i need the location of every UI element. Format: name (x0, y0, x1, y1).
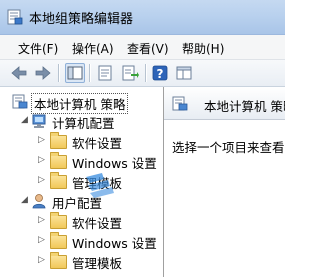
details-hint-text: 选择一个项目来查看它 (172, 140, 285, 155)
tree-item-label: Windows 设置 (72, 236, 157, 251)
menu-view[interactable]: 查看(V) (127, 40, 169, 57)
menu-help[interactable]: 帮助(H) (182, 40, 224, 57)
tree-item-computer-config[interactable]: ◢ 计算机配置 (0, 111, 163, 131)
back-arrow-icon[interactable] (10, 64, 28, 82)
folder-icon (50, 252, 67, 269)
tree-item-user-software-settings[interactable]: ▷ 软件设置 (0, 211, 163, 231)
details-pane: 本地计算机 策略 选择一个项目来查看它 (164, 87, 285, 277)
tree-item-label: Windows 设置 (72, 156, 157, 171)
collapsed-arrow-icon[interactable]: ▷ (38, 135, 45, 145)
folder-icon (50, 152, 67, 169)
extended-view-icon[interactable] (175, 64, 193, 82)
properties-icon[interactable] (96, 64, 114, 82)
export-list-icon[interactable] (121, 64, 139, 82)
tree-item-label: 软件设置 (72, 136, 123, 151)
expanded-arrow-icon[interactable]: ◢ (21, 195, 28, 205)
tree-item-label: 软件设置 (72, 216, 123, 231)
tree-item-user-windows-settings[interactable]: ▷ Windows 设置 (0, 231, 163, 251)
folder-icon (50, 172, 67, 189)
collapsed-arrow-icon[interactable]: ▷ (38, 175, 45, 185)
toolbar-separator (145, 64, 146, 82)
expanded-arrow-icon[interactable]: ◢ (21, 115, 28, 125)
group-policy-editor-icon (7, 9, 23, 25)
collapsed-arrow-icon[interactable]: ▷ (38, 215, 45, 225)
title-bar[interactable]: 本地组策略编辑器 (0, 0, 285, 35)
computer-policy-icon (172, 95, 188, 111)
toolbar-separator (89, 64, 90, 82)
user-icon (31, 193, 47, 209)
window: 本地组策略编辑器 文件(F) 操作(A) 查看(V) 帮助(H) ? 本地计算机… (0, 0, 285, 277)
forward-arrow-icon[interactable] (34, 64, 52, 82)
svg-text:?: ? (157, 67, 164, 81)
folder-icon (50, 132, 67, 149)
collapsed-arrow-icon[interactable]: ▷ (38, 235, 45, 245)
tree-root[interactable]: 本地计算机 策略 (0, 91, 163, 114)
toolbar-separator (58, 64, 59, 82)
menu-file[interactable]: 文件(F) (18, 40, 58, 57)
folder-icon (50, 232, 67, 249)
computer-icon (31, 113, 47, 129)
watermark-logo-icon (82, 171, 124, 199)
menu-action[interactable]: 操作(A) (72, 40, 114, 57)
tree-item-label: 管理模板 (72, 256, 123, 271)
toolbar: ? (0, 60, 285, 87)
tree-item-windows-settings[interactable]: ▷ Windows 设置 (0, 151, 163, 171)
show-hide-console-tree-icon[interactable] (65, 63, 85, 83)
tree-item-user-admin-templates[interactable]: ▷ 管理模板 (0, 251, 163, 271)
details-header: 本地计算机 策略 (164, 87, 285, 120)
console-tree: 本地计算机 策略 ◢ 计算机配置 ▷ 软件设置 ▷ Windows 设置 ▷ ◢… (0, 87, 164, 277)
collapsed-arrow-icon[interactable]: ▷ (38, 255, 45, 265)
help-icon[interactable]: ? (151, 64, 169, 82)
folder-icon (50, 212, 67, 229)
collapsed-arrow-icon[interactable]: ▷ (38, 155, 45, 165)
computer-policy-icon (12, 93, 28, 109)
tree-item-label: 计算机配置 (52, 116, 115, 131)
menu-bar: 文件(F) 操作(A) 查看(V) 帮助(H) (0, 35, 285, 60)
details-title: 本地计算机 策略 (204, 99, 285, 114)
window-title: 本地组策略编辑器 (29, 12, 134, 27)
tree-item-software-settings[interactable]: ▷ 软件设置 (0, 131, 163, 151)
